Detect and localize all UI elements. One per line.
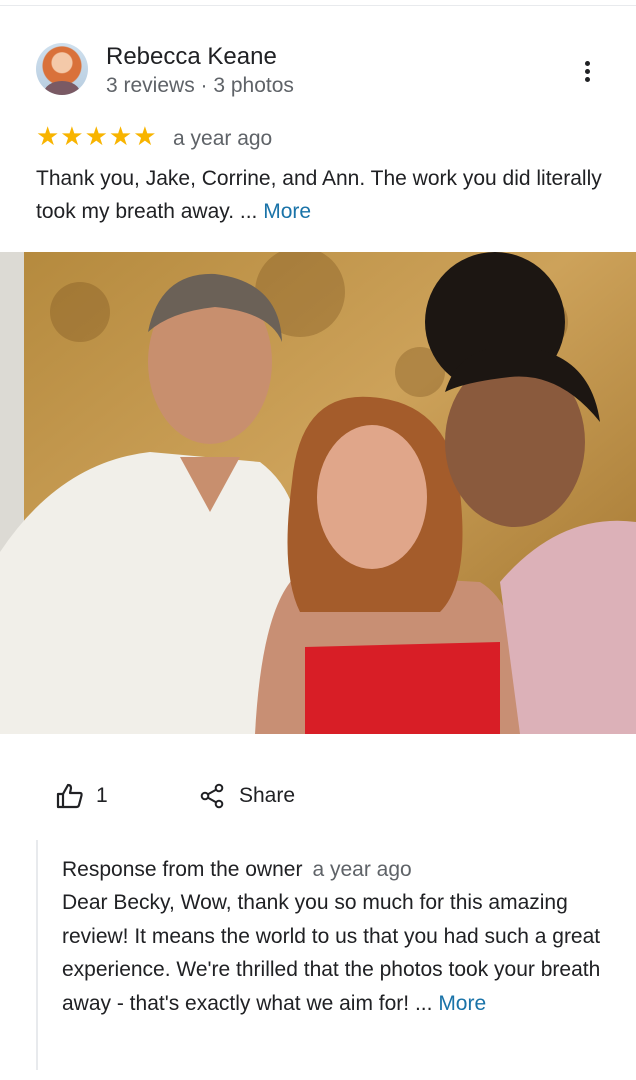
owner-response-header: Response from the owner a year ago (62, 858, 412, 882)
owner-response-text: Dear Becky, Wow, thank you so much for t… (62, 886, 606, 1020)
review-text: Thank you, Jake, Corrine, and Ann. The w… (36, 162, 606, 228)
more-vert-icon-dot (585, 69, 590, 74)
avatar-shoulders (44, 81, 80, 95)
like-count: 1 (96, 784, 108, 807)
review-more-link[interactable]: More (263, 200, 311, 223)
review-actions: 1 Share (56, 781, 456, 813)
more-options-button[interactable] (576, 59, 600, 85)
owner-response-more-link[interactable]: More (438, 992, 486, 1015)
owner-response-title: Response from the owner (62, 858, 303, 881)
review-card: Rebecca Keane 3 reviews · 3 photos ★★★★★… (0, 0, 636, 1080)
author-meta: 3 reviews · 3 photos (106, 74, 294, 97)
review-time: a year ago (173, 127, 273, 150)
more-vert-icon-dot (585, 77, 590, 82)
more-vert-icon (585, 61, 590, 66)
photo-illustration (0, 252, 636, 734)
author-name[interactable]: Rebecca Keane (106, 43, 277, 71)
owner-response: Response from the owner a year ago Dear B… (36, 840, 606, 1070)
owner-response-time: a year ago (312, 858, 412, 881)
star-rating: ★★★★★ (36, 121, 158, 151)
divider (0, 5, 636, 6)
review-photo[interactable] (0, 252, 636, 734)
avatar[interactable] (36, 43, 88, 95)
thumb-up-icon (56, 783, 83, 809)
share-label: Share (239, 784, 296, 807)
share-button[interactable]: Share (199, 781, 319, 811)
review-body: Thank you, Jake, Corrine, and Ann. The w… (36, 167, 602, 223)
share-icon (200, 783, 224, 809)
owner-response-body: Dear Becky, Wow, thank you so much for t… (62, 891, 601, 1015)
review-header: Rebecca Keane 3 reviews · 3 photos (36, 43, 606, 103)
